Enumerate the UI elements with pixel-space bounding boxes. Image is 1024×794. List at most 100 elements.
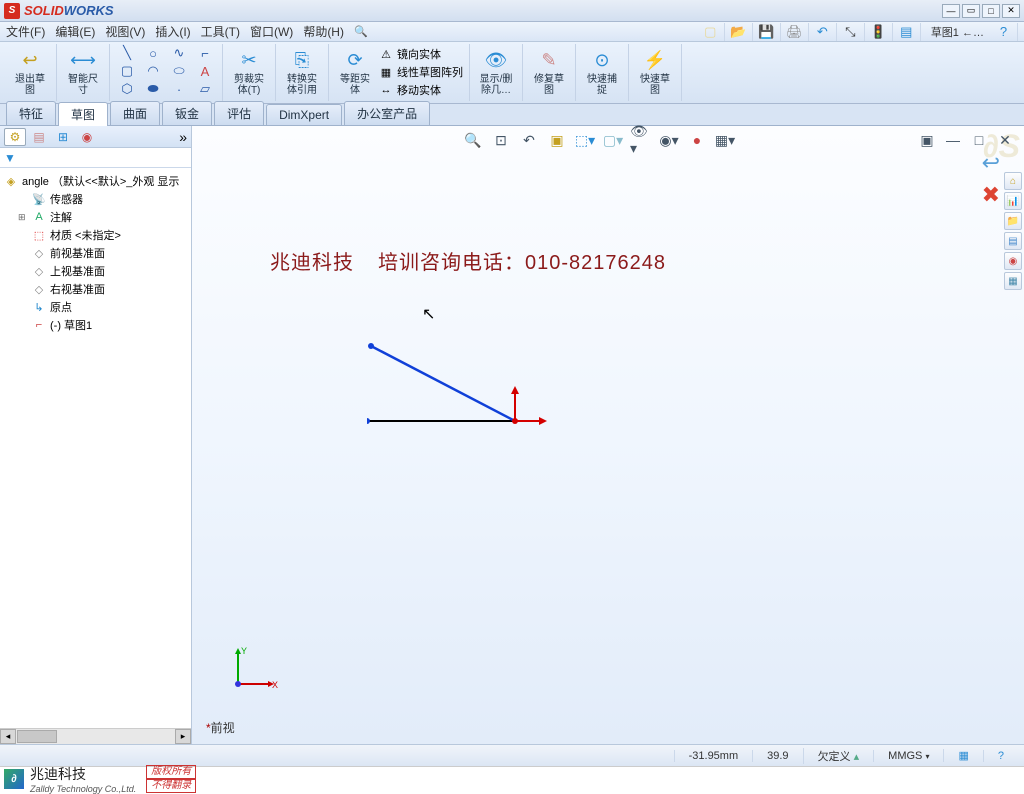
tree-root[interactable]: ◈ angle （默认<<默认>_外观 显示 [2, 172, 189, 190]
tab-sheetmetal[interactable]: 钣金 [162, 101, 212, 125]
offset-button[interactable]: ⟳ 等距实 体 [333, 44, 377, 100]
tree-item[interactable]: ⬚材质 <未指定> [2, 226, 189, 244]
max-button[interactable]: □ [982, 4, 1000, 18]
display-tab-icon[interactable]: ◉ [76, 128, 98, 146]
repair-button[interactable]: ✎ 修复草 图 [527, 44, 571, 100]
menu-window[interactable]: 窗口(W) [250, 23, 293, 40]
tab-features[interactable]: 特征 [6, 101, 56, 125]
tab-sketch[interactable]: 草图 [58, 102, 108, 126]
convert-button[interactable]: ⎘ 转换实 体引用 [280, 44, 324, 100]
pattern-button[interactable]: ▦线性草图阵列 [379, 64, 463, 80]
tree-filter[interactable]: ▼ [0, 148, 191, 168]
explorer-icon[interactable]: 📁 [1004, 212, 1022, 230]
sketch-cancel-icon[interactable]: ✖ [982, 182, 1000, 208]
origin-icon[interactable] [512, 418, 518, 424]
print-icon[interactable]: 🖨 [785, 23, 809, 41]
tree-item[interactable]: ↳原点 [2, 298, 189, 316]
circle-tool-icon[interactable]: ○ [140, 44, 166, 62]
polygon-tool-icon[interactable]: ⬡ [114, 80, 140, 98]
palette-icon[interactable]: ▤ [1004, 232, 1022, 250]
resources-icon[interactable]: ⌂ [1004, 172, 1022, 190]
search-icon[interactable]: 🔍 [354, 25, 368, 38]
exit-sketch-button[interactable]: ↩ 退出草 图 [8, 44, 52, 100]
render-icon[interactable]: ▦▾ [714, 130, 736, 150]
status-help-icon[interactable]: ? [983, 750, 1018, 762]
scene-icon[interactable]: ◉▾ [658, 130, 680, 150]
tab-dimxpert[interactable]: DimXpert [266, 104, 342, 125]
snap-button[interactable]: ⊙ 快速捕 捉 [580, 44, 624, 100]
plane-tool-icon[interactable]: ▱ [192, 80, 218, 98]
line-tool-icon[interactable]: ╲ [114, 44, 140, 62]
custom-props-icon[interactable]: ▦ [1004, 272, 1022, 290]
feature-tree-tab-icon[interactable]: ⚙ [4, 128, 26, 146]
menu-edit[interactable]: 编辑(E) [55, 23, 95, 40]
tab-evaluate[interactable]: 评估 [214, 101, 264, 125]
ellipse-tool-icon[interactable]: ⬭ [166, 62, 192, 80]
show-hide-button[interactable]: 👁 显示/删 除几… [474, 44, 518, 100]
appearance-pane-icon[interactable]: ◉ [1004, 252, 1022, 270]
menu-insert[interactable]: 插入(I) [155, 23, 190, 40]
help-icon[interactable]: ? [994, 23, 1018, 41]
endpoint-icon[interactable] [367, 418, 370, 424]
restore-button[interactable]: ▭ [962, 4, 980, 18]
tree-scrollbar[interactable]: ◂ ▸ [0, 728, 191, 744]
property-tab-icon[interactable]: ▤ [28, 128, 50, 146]
trim-button[interactable]: ✂ 剪裁实 体(T) [227, 44, 271, 100]
status-units[interactable]: MMGS ▾ [873, 750, 943, 762]
scroll-left-icon[interactable]: ◂ [0, 729, 16, 744]
close-button[interactable]: ✕ [1002, 4, 1020, 18]
new-icon[interactable]: ▢ [701, 23, 725, 41]
fillet-tool-icon[interactable]: ⌐ [192, 44, 218, 62]
config-tab-icon[interactable]: ⊞ [52, 128, 74, 146]
doc-max-icon[interactable]: □ [968, 130, 990, 150]
sketch-line-blue[interactable] [371, 346, 515, 421]
library-icon[interactable]: 📊 [1004, 192, 1022, 210]
slot-tool-icon[interactable]: ⬬ [140, 80, 166, 98]
undo-icon[interactable]: ↶ [813, 23, 837, 41]
arc-tool-icon[interactable]: ◠ [140, 62, 166, 80]
tree-item[interactable]: ◇前视基准面 [2, 244, 189, 262]
move-button[interactable]: ↔移动实体 [379, 82, 463, 98]
view-orient-icon[interactable]: ⬚▾ [574, 130, 596, 150]
tree-item[interactable]: 📡传感器 [2, 190, 189, 208]
breadcrumb[interactable]: 草图1 ←… [925, 24, 990, 40]
doc-popout-icon[interactable]: ▣ [916, 130, 938, 150]
menu-view[interactable]: 视图(V) [105, 23, 145, 40]
prev-view-icon[interactable]: ↶ [518, 130, 540, 150]
scroll-thumb[interactable] [17, 730, 57, 743]
tree-item[interactable]: ⊞A注解 [2, 208, 189, 226]
tab-office[interactable]: 办公室产品 [344, 101, 430, 125]
open-icon[interactable]: 📂 [729, 23, 753, 41]
tree-item[interactable]: ◇上视基准面 [2, 262, 189, 280]
min-button[interactable]: — [942, 4, 960, 18]
menu-file[interactable]: 文件(F) [6, 23, 45, 40]
spline-tool-icon[interactable]: ∿ [166, 44, 192, 62]
display-style-icon[interactable]: ▢▾ [602, 130, 624, 150]
expand-flyout-icon[interactable]: » [179, 129, 187, 145]
status-rebuild-icon[interactable]: ▦ [943, 749, 982, 762]
point-tool-icon[interactable]: · [166, 80, 192, 98]
view-triad[interactable]: X Y [228, 644, 278, 694]
menu-help[interactable]: 帮助(H) [303, 23, 344, 40]
zoom-fit-icon[interactable]: 🔍 [462, 130, 484, 150]
select-icon[interactable]: ⤡ [841, 23, 865, 41]
rect-tool-icon[interactable]: ▢ [114, 62, 140, 80]
text-tool-icon[interactable]: A [192, 62, 218, 80]
sketch-ok-icon[interactable]: ↩ [982, 150, 1000, 176]
menu-tools[interactable]: 工具(T) [201, 23, 240, 40]
tab-surface[interactable]: 曲面 [110, 101, 160, 125]
tree-item[interactable]: ⌐(-) 草图1 [2, 316, 189, 334]
save-icon[interactable]: 💾 [757, 23, 781, 41]
scroll-right-icon[interactable]: ▸ [175, 729, 191, 744]
smart-dimension-button[interactable]: ⟷ 智能尺 寸 [61, 44, 105, 100]
tlight-icon[interactable]: 🚦 [869, 23, 893, 41]
zoom-area-icon[interactable]: ⊡ [490, 130, 512, 150]
mirror-button[interactable]: ⚠镜向实体 [379, 46, 463, 62]
rapid-sketch-button[interactable]: ⚡ 快速草 图 [633, 44, 677, 100]
options-icon[interactable]: ▤ [897, 23, 921, 41]
appearance-icon[interactable]: ● [686, 130, 708, 150]
endpoint-icon[interactable] [368, 343, 374, 349]
section-icon[interactable]: ▣ [546, 130, 568, 150]
doc-close-icon[interactable]: ✕ [994, 130, 1016, 150]
doc-min-icon[interactable]: — [942, 130, 964, 150]
